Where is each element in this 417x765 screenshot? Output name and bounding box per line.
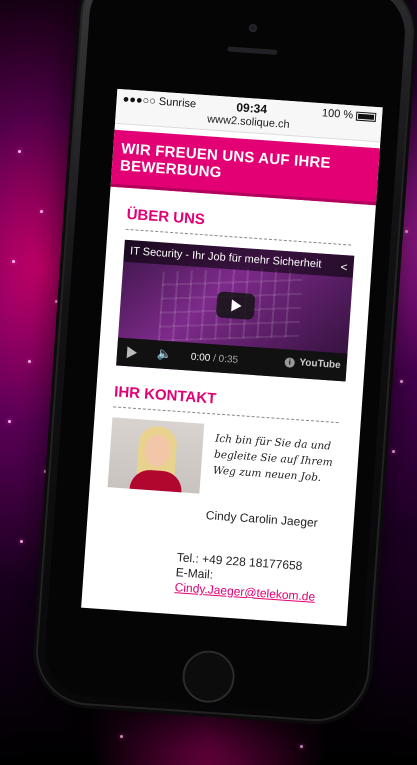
battery-icon (355, 111, 377, 122)
earpiece-speaker (227, 46, 278, 55)
video-time: 0:00 / 0:35 (190, 352, 238, 366)
video-controls: 🔈 0:00 / 0:35 i YouTube (116, 337, 348, 382)
light-dot (44, 470, 47, 473)
light-dot (20, 540, 23, 543)
battery-indicator: 100 % (322, 107, 377, 123)
play-button[interactable] (215, 291, 256, 320)
status-time: 09:34 (235, 100, 268, 117)
light-dot (120, 735, 123, 738)
light-dot (405, 230, 408, 233)
youtube-label: YouTube (299, 357, 342, 372)
light-dot (392, 450, 395, 453)
share-icon[interactable]: < (340, 260, 348, 274)
phone-bezel: ●●●○○ Sunrise 09:34 100 % www2.solique.c… (42, 0, 408, 716)
play-icon[interactable] (126, 346, 138, 359)
contact-quote: Ich bin für Sie da und begleite Sie auf … (212, 432, 334, 485)
light-dot (18, 150, 21, 153)
contact-photo (107, 417, 205, 494)
video-player[interactable]: IT Security - Ihr Job für mehr Sicherhei… (116, 239, 355, 382)
contact-heading: IHR KONTAKT (113, 383, 341, 424)
smartphone-frame: ●●●○○ Sunrise 09:34 100 % www2.solique.c… (34, 0, 416, 723)
current-time: 0:00 (190, 351, 211, 365)
info-icon[interactable]: i (284, 357, 296, 368)
contact-details: Tel.: +49 228 18177658 E-Mail: Cindy.Jae… (174, 550, 317, 605)
light-dot (55, 300, 58, 303)
battery-percent: 100 % (321, 107, 354, 122)
light-dot (400, 380, 403, 383)
front-camera (248, 23, 258, 33)
light-dot (300, 745, 303, 748)
light-dot (12, 260, 15, 263)
youtube-logo[interactable]: YouTube (299, 357, 341, 371)
home-button[interactable] (180, 648, 237, 705)
light-dot (28, 360, 31, 363)
contact-name: Cindy Carolin Jaeger (205, 508, 319, 530)
contact-card: Ich bin für Sie da und begleite Sie auf … (102, 417, 342, 604)
volume-icon[interactable]: 🔈 (157, 346, 173, 361)
light-dot (40, 210, 43, 213)
light-dot (8, 420, 11, 423)
about-heading: ÜBER UNS (125, 205, 353, 246)
header-banner: WIR FREUEN UNS AUF IHRE BEWERBUNG (110, 129, 380, 206)
phone-screen: ●●●○○ Sunrise 09:34 100 % www2.solique.c… (81, 88, 383, 627)
duration: / 0:35 (212, 353, 239, 366)
